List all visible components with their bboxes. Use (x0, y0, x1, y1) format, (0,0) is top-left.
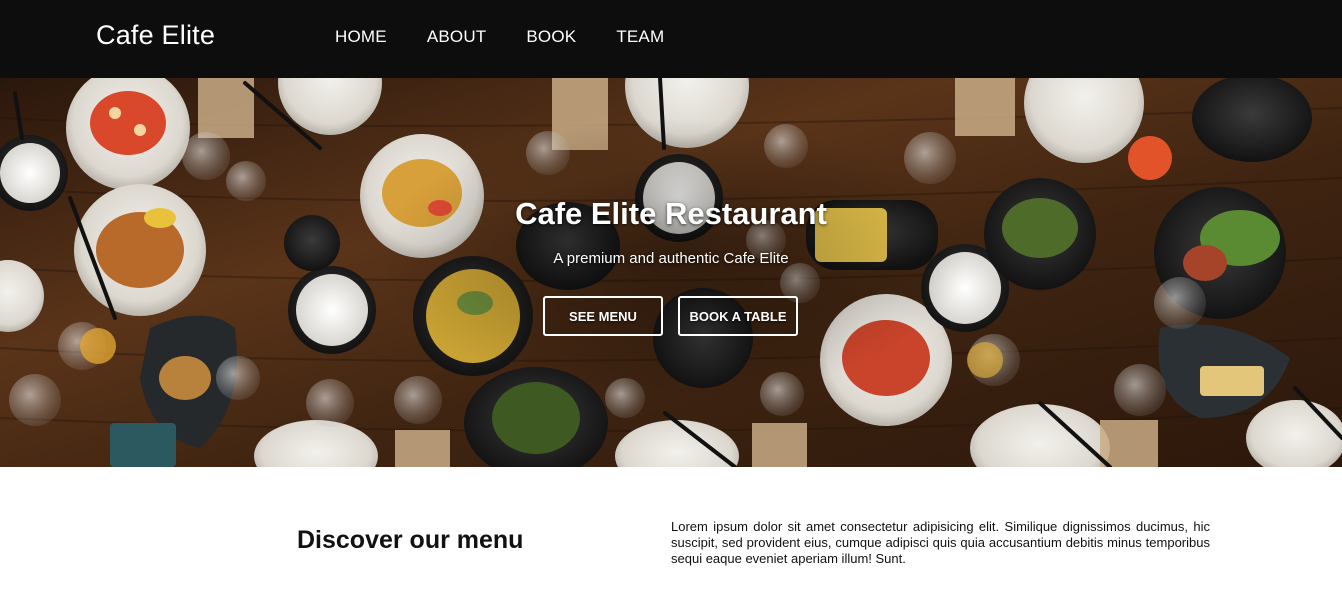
hero-subtitle: A premium and authentic Cafe Elite (553, 250, 789, 267)
hero-content: Cafe Elite Restaurant A premium and auth… (0, 78, 1342, 467)
brand-logo-link[interactable]: Cafe Elite (96, 20, 215, 51)
main-nav: HOME ABOUT BOOK TEAM (335, 27, 704, 47)
book-table-button[interactable]: BOOK A TABLE (678, 296, 798, 336)
top-navbar: Cafe Elite HOME ABOUT BOOK TEAM (0, 0, 1342, 78)
nav-link-home[interactable]: HOME (335, 27, 387, 47)
nav-link-book[interactable]: BOOK (526, 27, 576, 47)
discover-description: Lorem ipsum dolor sit amet consectetur a… (671, 519, 1210, 566)
hero-title: Cafe Elite Restaurant (515, 196, 827, 231)
nav-link-team[interactable]: TEAM (616, 27, 664, 47)
discover-title: Discover our menu (297, 526, 524, 554)
see-menu-button[interactable]: SEE MENU (543, 296, 663, 336)
nav-link-about[interactable]: ABOUT (427, 27, 487, 47)
hero-section: Cafe Elite Restaurant A premium and auth… (0, 78, 1342, 467)
discover-menu-section: Discover our menu Lorem ipsum dolor sit … (0, 467, 1342, 611)
